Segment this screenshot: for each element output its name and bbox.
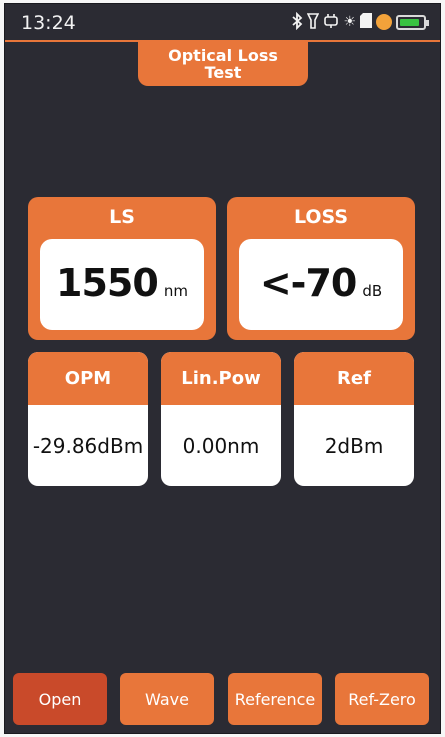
ref-card[interactable]: Ref 2dBm xyxy=(294,352,414,486)
flashlight-icon xyxy=(307,12,320,33)
lin-pow-label: Lin.Pow xyxy=(161,352,281,405)
opm-label: OPM xyxy=(28,352,148,405)
ref-zero-button[interactable]: Ref-Zero xyxy=(335,673,429,725)
ref-value: 2dBm xyxy=(324,433,384,458)
ls-value-box: 1550 nm xyxy=(40,239,204,330)
opm-value: -29.86dBm xyxy=(32,433,144,458)
page-title: Optical Loss Test xyxy=(138,42,308,86)
charging-icon xyxy=(376,14,392,30)
lin-pow-card[interactable]: Lin.Pow 0.00nm xyxy=(161,352,281,486)
page-title-line1: Optical Loss xyxy=(168,46,278,65)
ls-unit: nm xyxy=(163,282,188,300)
ref-label: Ref xyxy=(294,352,414,405)
loss-value: <-70 xyxy=(259,261,357,305)
reference-button[interactable]: Reference xyxy=(228,673,322,725)
brightness-icon: ☀ xyxy=(343,14,356,30)
loss-value-box: <-70 dB xyxy=(239,239,403,330)
open-button[interactable]: Open xyxy=(13,673,107,725)
loss-label: LOSS xyxy=(293,206,349,228)
page-title-line2: Test xyxy=(204,63,242,82)
wave-button[interactable]: Wave xyxy=(120,673,214,725)
loss-card[interactable]: LOSS <-70 dB xyxy=(227,197,415,340)
device-screen: 13:24 ☀ Optical Loss Test LS 1550 nm LOS… xyxy=(4,3,441,734)
opm-card[interactable]: OPM -29.86dBm xyxy=(28,352,148,486)
status-time: 13:24 xyxy=(21,12,76,34)
battery-level xyxy=(400,18,420,26)
lin-pow-value: 0.00nm xyxy=(182,433,260,458)
ls-label: LS xyxy=(109,206,135,228)
status-icons: ☀ xyxy=(291,10,429,34)
plug-icon xyxy=(323,13,339,32)
battery-icon xyxy=(396,14,429,30)
bluetooth-icon xyxy=(291,11,303,33)
ls-value: 1550 xyxy=(56,261,159,305)
loss-unit: dB xyxy=(362,282,383,300)
sd-card-icon xyxy=(360,13,372,31)
ls-card[interactable]: LS 1550 nm xyxy=(28,197,216,340)
status-bar: 13:24 ☀ xyxy=(5,4,440,42)
